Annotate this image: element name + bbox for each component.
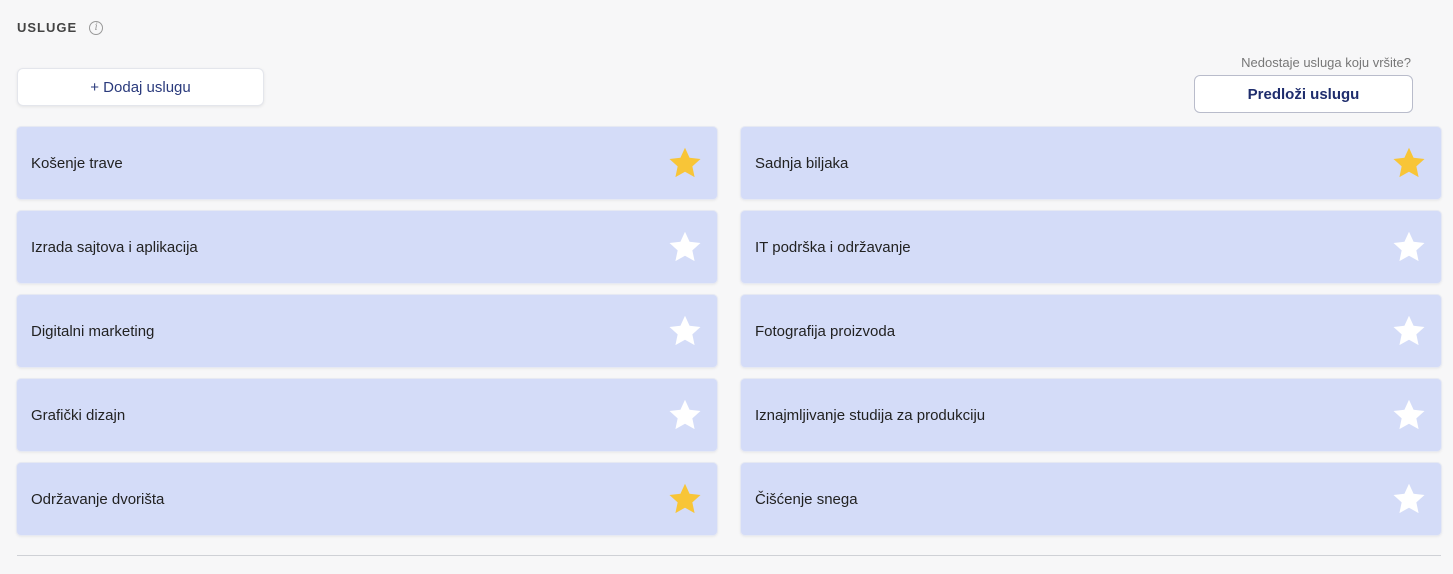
service-label: Grafički dizajn bbox=[31, 406, 126, 424]
star-filled-icon[interactable] bbox=[667, 481, 703, 517]
service-card[interactable]: IT podrška i održavanje bbox=[741, 211, 1441, 283]
star-outline-icon[interactable] bbox=[1391, 481, 1427, 517]
service-card[interactable]: Fotografija proizvoda bbox=[741, 295, 1441, 367]
info-icon[interactable]: i bbox=[89, 20, 104, 35]
service-label: Sadnja biljaka bbox=[755, 154, 849, 172]
service-card[interactable]: Sadnja biljaka bbox=[741, 127, 1441, 199]
section-title: USLUGE bbox=[17, 20, 78, 35]
service-card[interactable]: Košenje trave bbox=[17, 127, 717, 199]
star-outline-icon[interactable] bbox=[667, 229, 703, 265]
service-label: Iznajmljivanje studija za produkciju bbox=[755, 406, 986, 424]
service-card[interactable]: Izrada sajtova i aplikacija bbox=[17, 211, 717, 283]
service-card[interactable]: Čišćenje snega bbox=[741, 463, 1441, 535]
service-label: IT podrška i održavanje bbox=[755, 238, 911, 256]
service-label: Čišćenje snega bbox=[755, 490, 858, 508]
star-outline-icon[interactable] bbox=[1391, 313, 1427, 349]
service-label: Košenje trave bbox=[31, 154, 123, 172]
add-service-button[interactable]: + Dodaj uslugu bbox=[17, 68, 264, 106]
star-filled-icon[interactable] bbox=[1391, 145, 1427, 181]
suggest-service-prompt: Nedostaje usluga koju vršite? bbox=[1241, 55, 1411, 70]
divider bbox=[17, 555, 1441, 556]
service-label: Održavanje dvorišta bbox=[31, 490, 165, 508]
service-card[interactable]: Iznajmljivanje studija za produkciju bbox=[741, 379, 1441, 451]
service-label: Digitalni marketing bbox=[31, 322, 155, 340]
service-card[interactable]: Održavanje dvorišta bbox=[17, 463, 717, 535]
service-card[interactable]: Digitalni marketing bbox=[17, 295, 717, 367]
star-outline-icon[interactable] bbox=[667, 313, 703, 349]
service-label: Izrada sajtova i aplikacija bbox=[31, 238, 198, 256]
services-grid: Košenje trave Sadnja biljaka Izrada sajtov… bbox=[17, 127, 1441, 535]
suggest-service-button[interactable]: Predloži uslugu bbox=[1194, 75, 1413, 113]
section-header: USLUGE i bbox=[17, 20, 104, 35]
star-outline-icon[interactable] bbox=[1391, 397, 1427, 433]
star-filled-icon[interactable] bbox=[667, 145, 703, 181]
star-outline-icon[interactable] bbox=[667, 397, 703, 433]
star-outline-icon[interactable] bbox=[1391, 229, 1427, 265]
service-label: Fotografija proizvoda bbox=[755, 322, 896, 340]
service-card[interactable]: Grafički dizajn bbox=[17, 379, 717, 451]
